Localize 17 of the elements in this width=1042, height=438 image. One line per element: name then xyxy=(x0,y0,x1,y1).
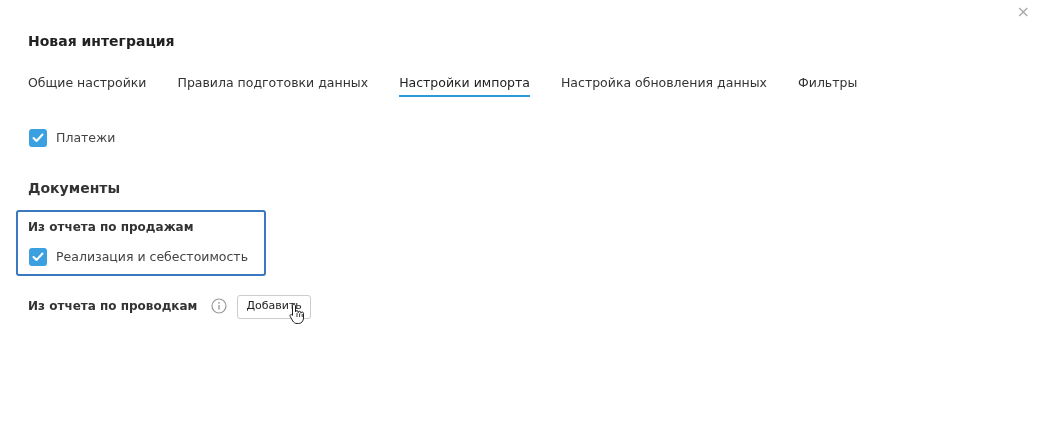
add-button[interactable]: Добавить xyxy=(237,294,311,319)
tab[interactable]: Настройки импорта xyxy=(399,73,530,97)
info-icon[interactable] xyxy=(211,297,228,314)
tab[interactable]: Настройка обновления данных xyxy=(560,73,767,97)
group-title: Из отчета по проводкам xyxy=(28,297,198,315)
checkbox-label: Реализация и себестоимость xyxy=(56,247,249,266)
checkbox-label: Платежи xyxy=(56,129,116,147)
tab[interactable]: Фильтры xyxy=(798,73,858,97)
section-heading: Документы xyxy=(28,178,122,198)
check-icon xyxy=(32,133,44,144)
group-title: Из отчета по продажам xyxy=(28,218,195,236)
check-icon xyxy=(32,252,44,263)
checkbox[interactable] xyxy=(29,248,47,267)
tab[interactable]: Общие настройки xyxy=(28,73,147,97)
tab[interactable]: Правила подготовки данных xyxy=(177,73,369,97)
dialog-title: Новая интеграция xyxy=(28,32,176,51)
checkbox[interactable] xyxy=(29,129,47,148)
